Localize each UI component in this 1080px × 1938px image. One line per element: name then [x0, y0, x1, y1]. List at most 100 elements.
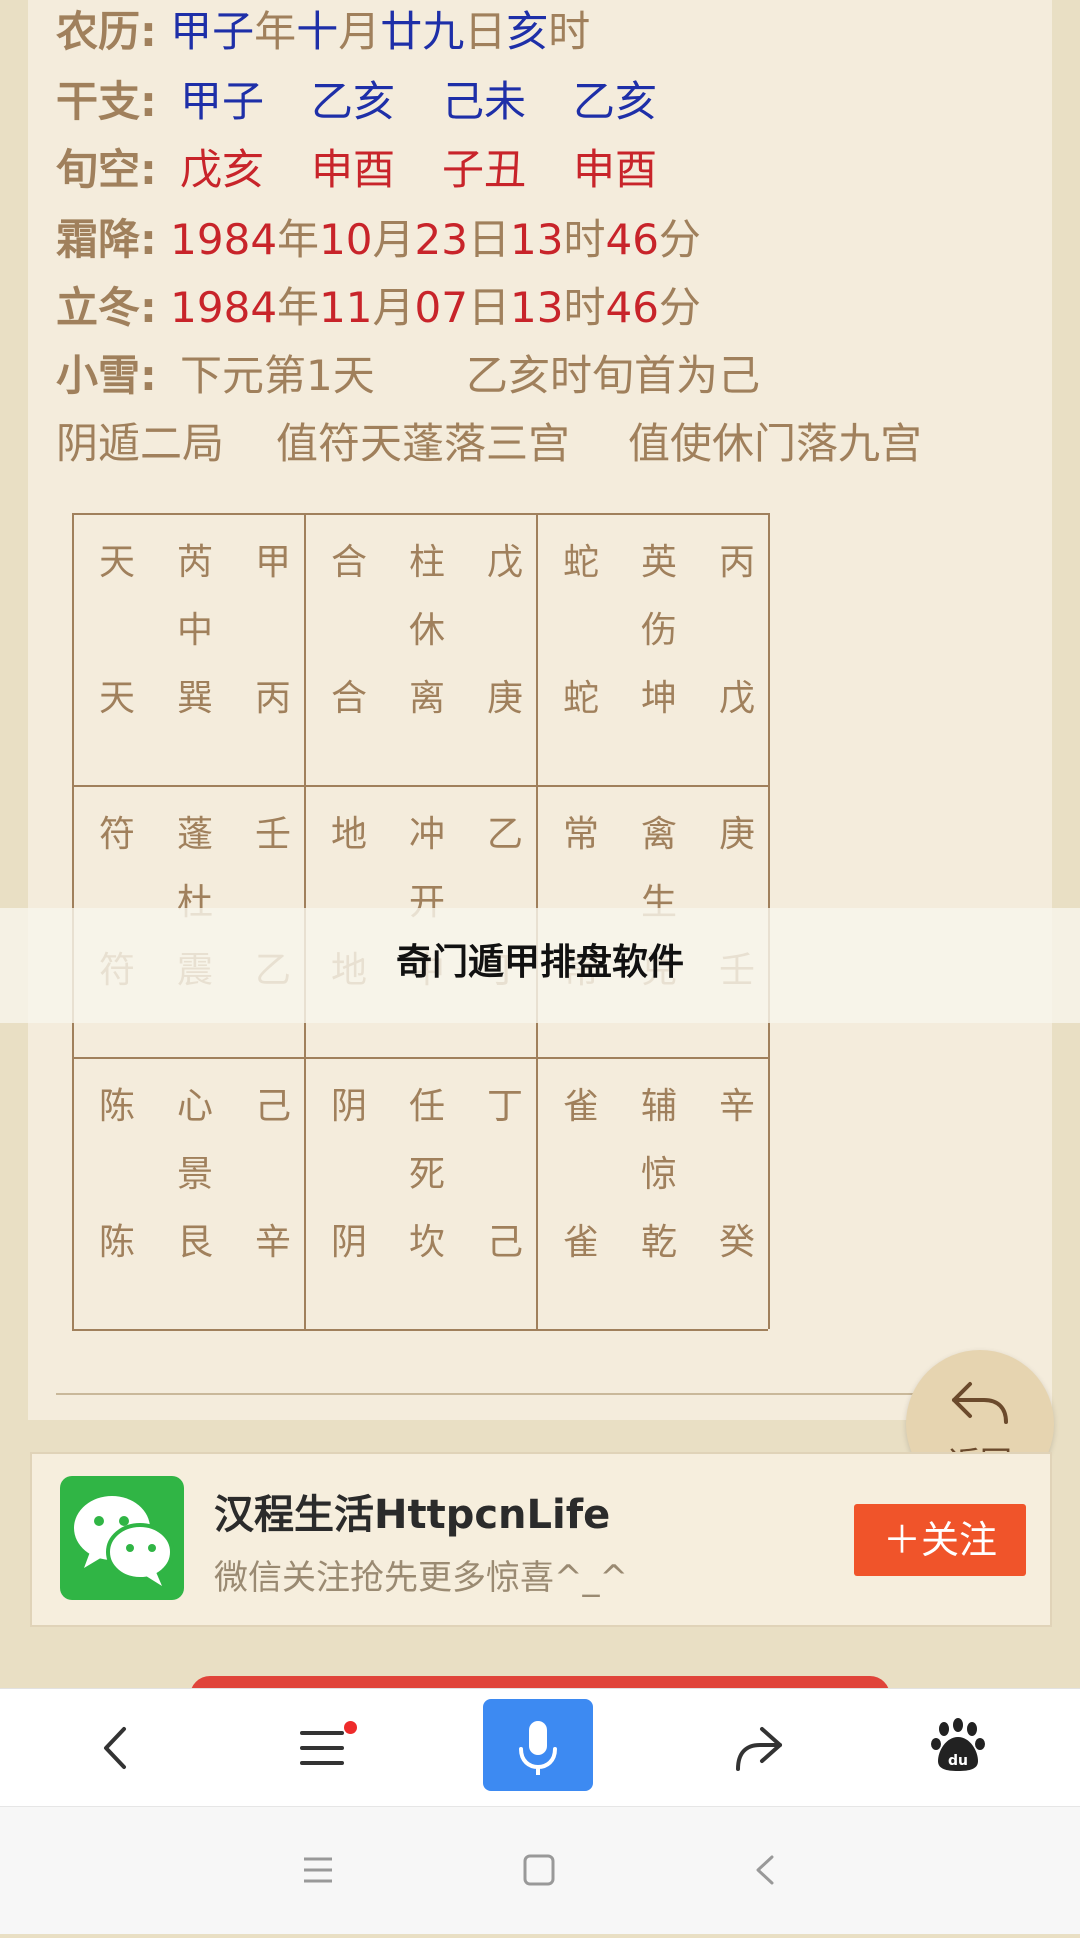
ju-text: 阴遁二局 [56, 419, 225, 468]
grid-door-char: 休 [408, 610, 445, 651]
grid-cell-char: 丙 [718, 542, 755, 583]
lidong-month-unit: 月 [372, 283, 415, 332]
overlay-title: 奇门遁甲排盘软件 [395, 942, 684, 983]
nongli-label: 农历: [56, 7, 157, 56]
grid-cell-char: 地 [330, 814, 367, 855]
grid-cell-char: 癸 [718, 1222, 755, 1263]
grid-cell-char: 合 [330, 542, 367, 583]
grid-cell-char: 阴 [330, 1222, 367, 1263]
grid-cell-char: 禽 [640, 814, 677, 855]
toolbar-baidu-button[interactable]: du [898, 1689, 1018, 1807]
grid-cell-char: 辛 [718, 1086, 755, 1127]
grid-cell-char: 雀 [562, 1086, 599, 1127]
xiaoxue-label: 小雪: [56, 351, 157, 400]
xunkong-month: 申酉 [311, 145, 396, 194]
nongli-day: 廿九 [380, 7, 465, 56]
grid-cell-char: 柱 [408, 542, 445, 583]
grid-cell-char: 乙 [486, 814, 523, 855]
nongli-month-unit: 月 [338, 7, 381, 56]
nongli-line: 农历: 甲子年十月廿九日亥时 [56, 2, 590, 62]
home-icon [523, 1854, 555, 1886]
grid-cell-char: 芮 [176, 542, 213, 583]
grid-horizontal-line [72, 785, 768, 787]
grid-cell-char: 坎 [408, 1222, 445, 1263]
grid-cell-char: 离 [408, 678, 445, 719]
xunkong-label: 旬空: [56, 145, 157, 194]
ganzhi-label: 干支: [56, 77, 157, 126]
wechat-logo-icon [60, 1476, 184, 1600]
lidong-day-unit: 日 [467, 283, 510, 332]
toolbar-share-button[interactable] [698, 1689, 818, 1807]
grid-horizontal-line [72, 1057, 768, 1059]
shuangjiang-minute-unit: 分 [658, 215, 701, 264]
grid-door-char: 伤 [640, 610, 677, 651]
grid-cell-char: 雀 [562, 1222, 599, 1263]
shuangjiang-year: 1984 [170, 215, 278, 264]
grid-cell-char: 陈 [98, 1222, 135, 1263]
grid-cell-char: 陈 [98, 1086, 135, 1127]
share-icon [736, 1727, 782, 1771]
follow-button[interactable]: ＋关注 [854, 1504, 1026, 1576]
grid-cell-char: 天 [98, 678, 135, 719]
grid-cell-char: 合 [330, 678, 367, 719]
ganzhi-hour: 乙亥 [573, 77, 658, 126]
nongli-hour: 亥 [506, 7, 549, 56]
menu-icon [300, 1731, 344, 1765]
toolbar-back-button[interactable] [56, 1689, 176, 1807]
grid-horizontal-line [72, 513, 768, 515]
grid-cell-char: 庚 [486, 678, 523, 719]
nongli-hour-unit: 时 [548, 7, 591, 56]
nongli-year-ganzhi: 甲子 [170, 7, 255, 56]
lidong-month: 11 [319, 283, 373, 332]
xunkong-day: 子丑 [442, 145, 527, 194]
shuangjiang-hour-unit: 时 [563, 215, 606, 264]
ganzhi-day: 己未 [442, 77, 527, 126]
grid-cell-char: 常 [562, 814, 599, 855]
nongli-day-unit: 日 [464, 7, 507, 56]
grid-cell-char: 蛇 [562, 542, 599, 583]
home-button[interactable] [480, 1807, 600, 1925]
toolbar-menu-button[interactable] [262, 1689, 382, 1807]
grid-cell-char: 辅 [640, 1086, 677, 1127]
nongli-month: 十 [296, 7, 339, 56]
lidong-hour: 13 [510, 283, 564, 332]
recents-button[interactable] [258, 1807, 378, 1925]
shuangjiang-year-unit: 年 [277, 215, 320, 264]
microphone-icon [519, 1721, 557, 1775]
lidong-minute-unit: 分 [658, 283, 701, 332]
grid-cell-char: 戊 [718, 678, 755, 719]
wechat-account-subtitle: 微信关注抢先更多惊喜^_^ [214, 1558, 628, 1598]
grid-cell-char: 符 [98, 814, 135, 855]
grid-cell-char: 巽 [176, 678, 213, 719]
xunkong-hour: 申酉 [573, 145, 658, 194]
grid-cell-char: 辛 [254, 1222, 291, 1263]
shuangjiang-minute: 46 [605, 215, 659, 264]
grid-door-char: 惊 [640, 1154, 677, 1195]
grid-door-char: 死 [408, 1154, 445, 1195]
grid-cell-char: 己 [486, 1222, 523, 1263]
back-arrow-icon [952, 1382, 1008, 1424]
grid-cell-char: 坤 [640, 678, 677, 719]
grid-cell-char: 甲 [254, 542, 291, 583]
shuangjiang-hour: 13 [510, 215, 564, 264]
grid-cell-char: 任 [408, 1086, 445, 1127]
ganzhi-line: 干支: 甲子 乙亥 己未 乙亥 [56, 72, 657, 132]
voice-search-button[interactable] [483, 1699, 593, 1791]
recents-icon [304, 1857, 332, 1883]
lidong-year: 1984 [170, 283, 278, 332]
grid-cell-char: 英 [640, 542, 677, 583]
back-chevron-icon [104, 1727, 126, 1769]
xiaoxue-line: 小雪: 下元第1天 乙亥时旬首为己 [56, 346, 760, 406]
shuangjiang-day: 23 [414, 215, 468, 264]
menu-badge [344, 1721, 357, 1734]
system-back-button[interactable] [706, 1807, 826, 1925]
grid-cell-char: 蛇 [562, 678, 599, 719]
grid-cell-char: 乾 [640, 1222, 677, 1263]
shuangjiang-day-unit: 日 [467, 215, 510, 264]
shuangjiang-month-unit: 月 [372, 215, 415, 264]
grid-cell-char: 天 [98, 542, 135, 583]
wechat-follow-card: 汉程生活HttpcnLife 微信关注抢先更多惊喜^_^ ＋关注 [30, 1452, 1052, 1627]
svg-text:du: du [948, 1753, 968, 1769]
lidong-label: 立冬: [56, 283, 157, 332]
nongli-year-unit: 年 [254, 7, 297, 56]
